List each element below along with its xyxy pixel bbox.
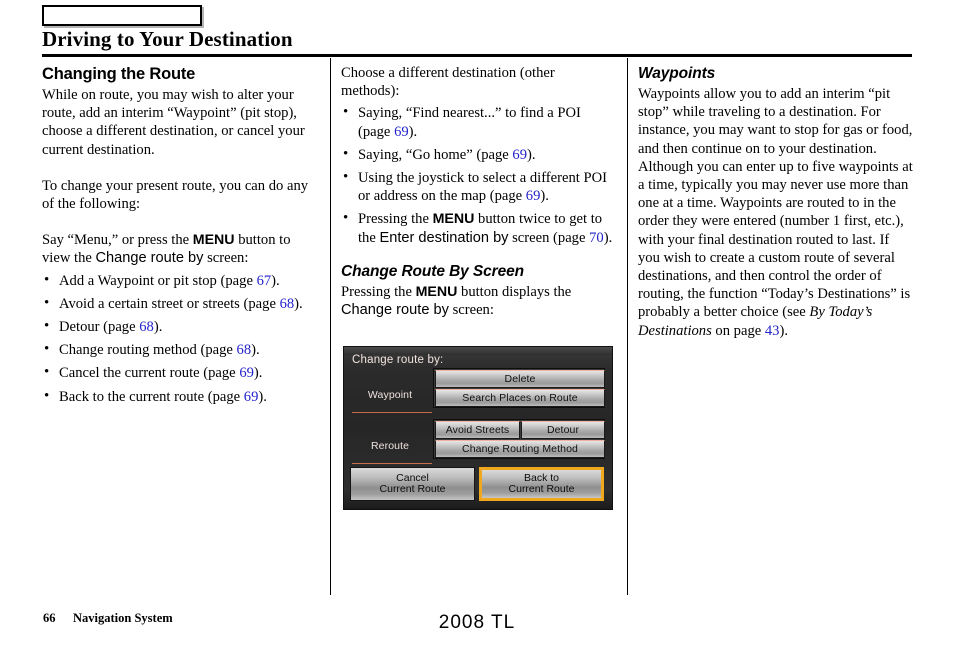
page-reference[interactable]: 69 [239, 365, 254, 381]
page-reference[interactable]: 68 [237, 342, 252, 358]
mid-closing-paragraph: Pressing the MENU button displays the Ch… [341, 283, 616, 319]
back-to-current-route-button[interactable]: Back to Current Route [479, 467, 604, 501]
enter-destination-by-screen-name: Enter destination by [379, 229, 509, 246]
mid-bullet-list: Saying, “Find nearest...” to find a POI … [341, 103, 616, 246]
left-bullet-list: Add a Waypoint or pit stop (page 67). Av… [42, 271, 314, 406]
bullet-text: Saying, “Go home” (page [358, 146, 513, 163]
menu-instruction-prefix: Say “Menu,” or press the [42, 232, 193, 249]
nav-section-rule-reroute [352, 463, 432, 464]
bullet-text-end: ). [251, 342, 260, 359]
waypoints-text-mid: on page [711, 322, 765, 339]
right-column: Waypoints Waypoints allow you to add an … [638, 64, 913, 340]
header-label-box [42, 5, 202, 26]
list-item: Avoid a certain street or streets (page … [42, 294, 314, 313]
para-prefix: Pressing the [341, 283, 416, 300]
bullet-text: Using the joystick to select a different… [358, 170, 607, 205]
page-reference[interactable]: 67 [257, 273, 272, 289]
bullet-text: Pressing the [358, 211, 433, 228]
title-divider-rule [42, 54, 912, 57]
bullet-text: Change routing method (page [59, 342, 237, 359]
nav-section-label-reroute: Reroute [370, 440, 410, 452]
para-suffix: screen: [448, 302, 494, 319]
bullet-text: Cancel the current route (page [59, 365, 240, 382]
page-reference[interactable]: 69 [244, 389, 259, 405]
list-item: Pressing the MENU button twice to get to… [341, 209, 616, 246]
bullet-text: Avoid a certain street or streets (page [59, 295, 280, 312]
bullet-text: Back to the current route (page [59, 388, 244, 405]
left-column: Changing the Route While on route, you m… [42, 64, 314, 411]
page-reference[interactable]: 69 [394, 124, 409, 140]
bullet-text-tail: screen (page [508, 229, 590, 246]
bullet-text-end: ). [603, 229, 613, 246]
menu-button-keyword: MENU [432, 211, 475, 228]
bullet-text-end: ). [258, 388, 267, 405]
bullet-text-end: ). [527, 146, 536, 163]
change-route-by-screen-name: Change route by [95, 250, 204, 267]
list-item: Using the joystick to select a different… [341, 168, 616, 205]
list-item: Change routing method (page 68). [42, 340, 314, 359]
list-item: Saying, “Go home” (page 69). [341, 145, 616, 164]
bullet-text-end: ). [408, 123, 418, 140]
page-reference[interactable]: 69 [526, 188, 541, 204]
page-reference[interactable]: 68 [139, 319, 154, 335]
nav-screen-title: Change route by: [352, 354, 444, 366]
list-item: Detour (page 68). [42, 317, 314, 336]
footer-model-year: 2008 TL [438, 612, 516, 633]
search-places-on-route-button[interactable]: Search Places on Route [435, 389, 605, 407]
delete-button[interactable]: Delete [435, 370, 605, 388]
mid-column-heading: Change Route By Screen [341, 262, 524, 280]
left-column-heading: Changing the Route [42, 65, 196, 83]
page-reference[interactable]: 69 [512, 147, 527, 163]
change-route-by-screen-name: Change route by [341, 302, 449, 319]
nav-section-label-waypoint: Waypoint [367, 389, 413, 401]
left-paragraph-2: To change your present route, you can do… [42, 177, 309, 213]
waypoints-paragraph: Waypoints allow you to add an interim “p… [638, 85, 913, 340]
waypoint-button-group: Delete Search Places on Route [433, 368, 605, 408]
list-item: Saying, “Find nearest...” to find a POI … [341, 103, 616, 140]
column-divider-right [627, 58, 628, 595]
waypoints-text-end: ). [779, 322, 788, 339]
list-item: Add a Waypoint or pit stop (page 67). [42, 271, 314, 290]
bullet-text: Saying, “Find nearest...” to find a POI … [358, 105, 581, 140]
bullet-text-end: ). [540, 188, 549, 205]
menu-instruction-suffix: screen: [203, 250, 249, 267]
back-button-line2: Current Route [508, 483, 575, 495]
waypoints-text-main: Waypoints allow you to add an interim “p… [638, 86, 913, 321]
page-reference[interactable]: 70 [589, 230, 604, 246]
reroute-button-group: Avoid Streets Detour Change Routing Meth… [433, 419, 605, 459]
page-reference[interactable]: 68 [280, 296, 295, 312]
detour-button[interactable]: Detour [521, 421, 605, 439]
bullet-text: Add a Waypoint or pit stop (page [59, 272, 257, 289]
avoid-streets-button[interactable]: Avoid Streets [435, 421, 520, 439]
right-column-heading: Waypoints [638, 65, 716, 82]
bullet-text: Detour (page [59, 319, 140, 336]
menu-button-keyword: MENU [192, 232, 235, 249]
page-reference[interactable]: 43 [765, 323, 780, 339]
change-route-by-screenshot: Change route by: Waypoint Delete Search … [343, 346, 613, 510]
mid-intro-paragraph: Choose a different destination (other me… [341, 65, 555, 100]
bullet-text-end: ). [271, 272, 280, 289]
para-mid: button displays the [457, 283, 572, 300]
column-divider-left [330, 58, 331, 595]
middle-column: Choose a different destination (other me… [341, 64, 616, 319]
bullet-text-end: ). [253, 365, 263, 382]
menu-button-keyword: MENU [415, 283, 458, 300]
list-item: Back to the current route (page 69). [42, 387, 314, 406]
left-paragraph-1: While on route, you may wish to alter yo… [42, 87, 305, 158]
cancel-current-route-button[interactable]: Cancel Current Route [350, 467, 475, 501]
left-paragraph-3: Say “Menu,” or press the MENU button to … [42, 231, 314, 267]
page-title: Driving to Your Destination [42, 27, 293, 51]
list-item: Cancel the current route (page 69). [42, 363, 314, 382]
change-routing-method-button[interactable]: Change Routing Method [435, 440, 605, 458]
bullet-text-end: ). [153, 319, 163, 336]
bullet-text-end: ). [294, 295, 303, 312]
cancel-button-line2: Current Route [379, 483, 446, 495]
nav-section-rule-waypoint [352, 412, 432, 413]
